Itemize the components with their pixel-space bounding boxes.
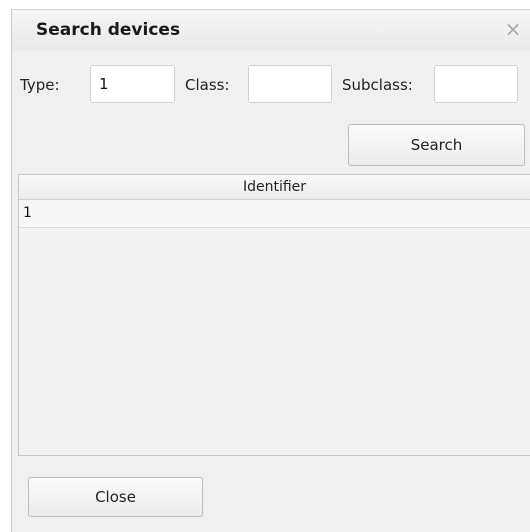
results-grid: Identifier 1 bbox=[18, 174, 530, 456]
search-button[interactable]: Search bbox=[348, 124, 525, 166]
close-button[interactable]: Close bbox=[28, 477, 203, 517]
column-header-identifier[interactable]: Identifier bbox=[19, 175, 530, 200]
dialog-title: Search devices bbox=[36, 20, 181, 40]
class-label: Class: bbox=[185, 76, 230, 94]
search-devices-dialog: Search devices × Type: Class: Subclass: … bbox=[11, 9, 530, 532]
class-input[interactable] bbox=[248, 65, 332, 103]
close-icon[interactable]: × bbox=[502, 18, 524, 40]
table-row[interactable]: 1 bbox=[19, 200, 530, 228]
dialog-titlebar[interactable]: Search devices × bbox=[12, 10, 530, 50]
type-input[interactable] bbox=[90, 65, 175, 103]
table-cell-identifier: 1 bbox=[23, 205, 32, 221]
subclass-input[interactable] bbox=[434, 65, 518, 103]
type-label: Type: bbox=[20, 76, 60, 94]
subclass-label: Subclass: bbox=[342, 76, 413, 94]
